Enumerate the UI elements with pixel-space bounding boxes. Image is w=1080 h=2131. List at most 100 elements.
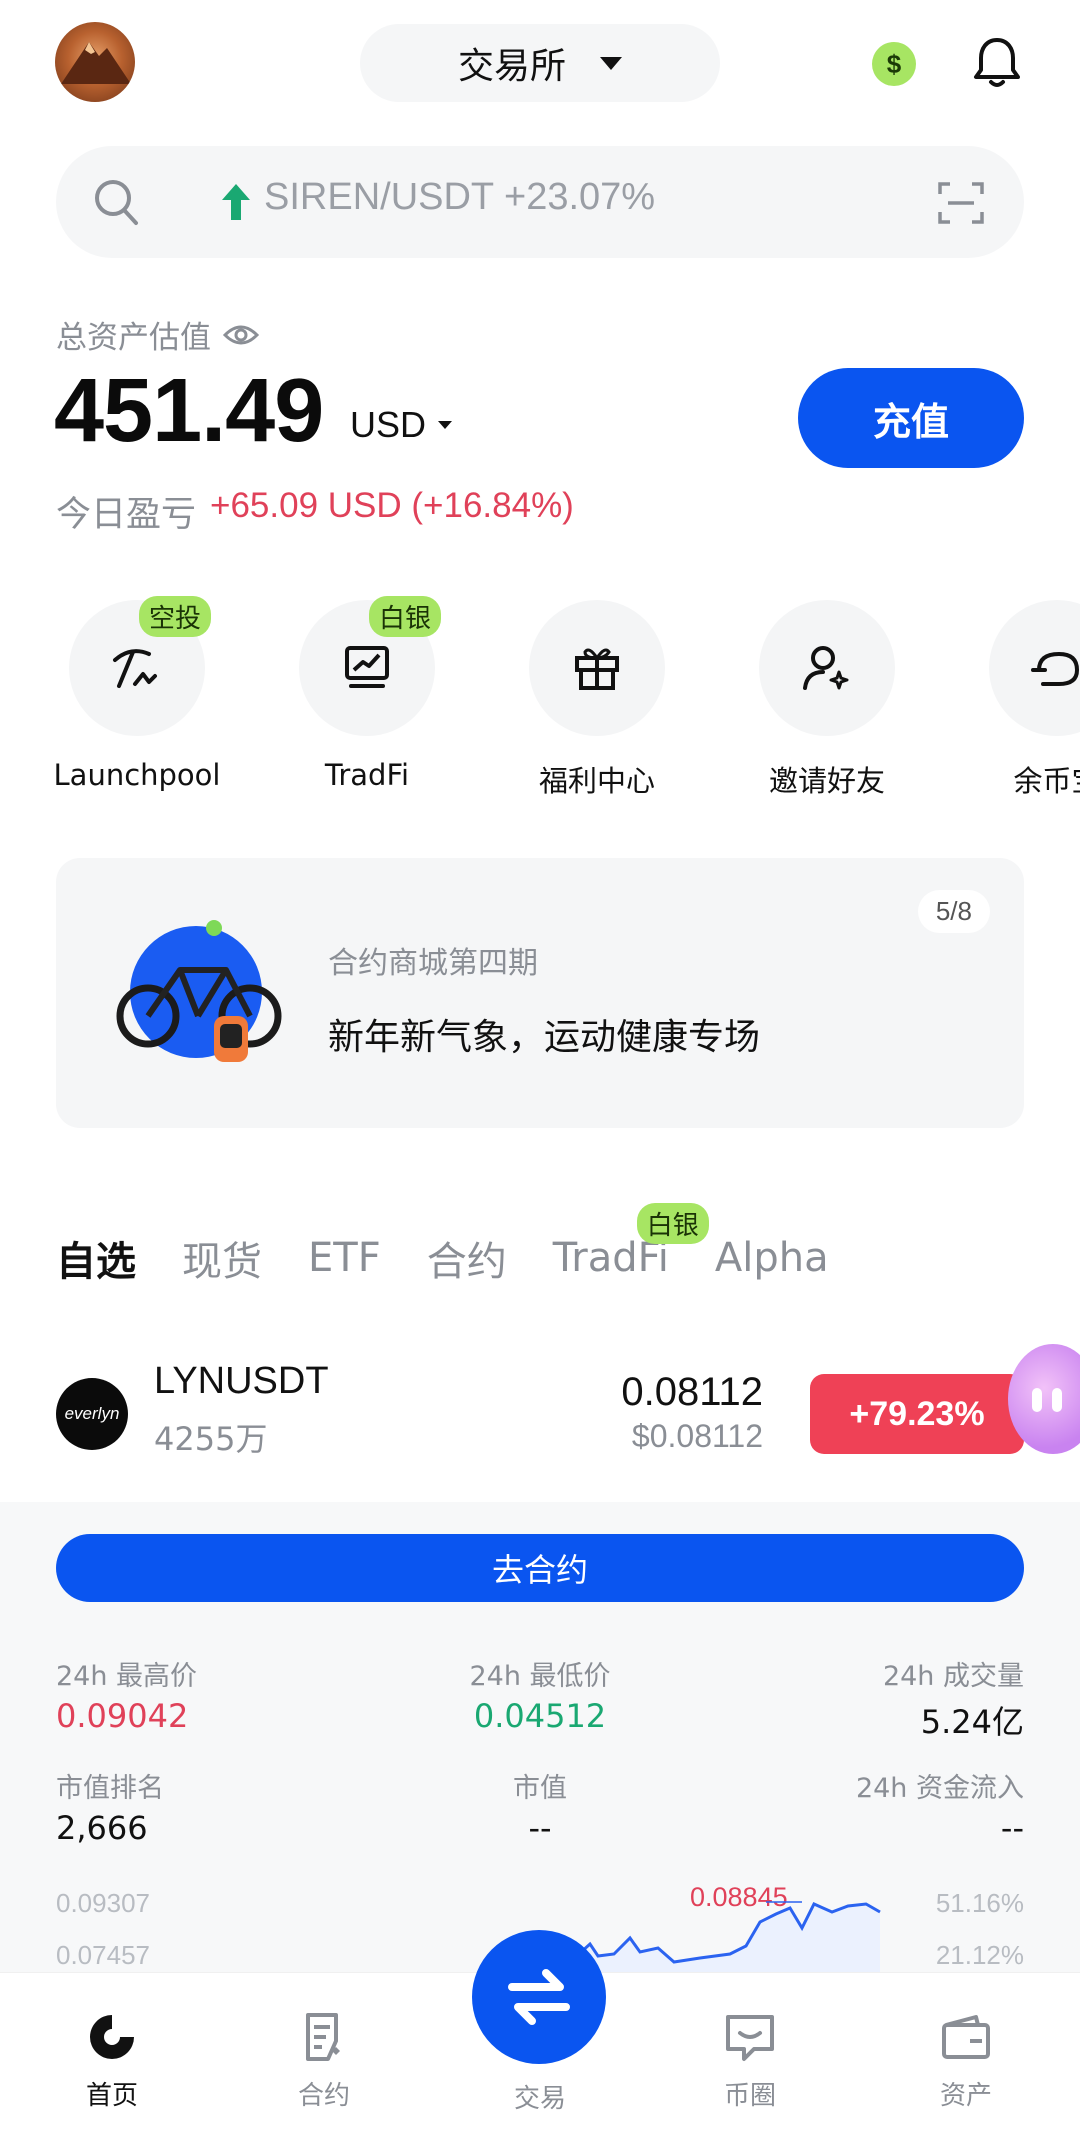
scan-icon[interactable] (938, 180, 984, 226)
nav-community[interactable]: 币圈 (680, 2011, 820, 2112)
shortcut-rewards-center[interactable]: 福利中心 (497, 600, 697, 800)
stat-market-cap: 市值 -- (513, 1766, 567, 1847)
stat-label: 24h 最高价 (56, 1661, 198, 1692)
shortcut-label: 福利中心 (538, 764, 655, 798)
tab-badge: 白银 (636, 1203, 709, 1244)
tab-futures[interactable]: 合约 (427, 1229, 507, 1287)
total-assets-label: 总资产估值 (56, 312, 259, 357)
trade-button[interactable] (472, 1930, 606, 2064)
stat-24h-low: 24h 最低价 0.04512 (469, 1654, 610, 1735)
shortcut-launchpool[interactable]: 空投 Launchpool (37, 596, 237, 792)
ticker-price-usd: $0.08112 (631, 1418, 763, 1454)
ticker-price: 0.08112 (621, 1370, 763, 1414)
chart-y-label: 0.09307 (56, 1888, 150, 1918)
shortcut-circle: 白银 (299, 596, 441, 736)
swap-arrows-icon (508, 1969, 570, 2025)
total-assets-label-text: 总资产估值 (56, 320, 211, 356)
home-logo-icon (90, 2015, 134, 2059)
shortcut-circle (759, 600, 895, 736)
bell-icon[interactable] (972, 36, 1022, 90)
pnl-label: 今日盈亏 (56, 495, 197, 535)
stat-24h-volume: 24h 成交量 5.24亿 (883, 1654, 1024, 1743)
stat-label: 24h 资金流入 (855, 1773, 1024, 1804)
shortcut-label: Launchpool (53, 758, 221, 792)
pickaxe-icon (113, 649, 157, 688)
ticker-volume: 4255万 (154, 1420, 268, 1458)
chart-r-label: 21.12% (935, 1940, 1024, 1970)
nav-label: 首页 (85, 2081, 138, 2111)
banner-subtitle: 合约商城第四期 (328, 946, 538, 981)
shortcut-tradfi[interactable]: 白银 TradFi (267, 596, 467, 792)
stat-label: 市值排名 (56, 1773, 164, 1804)
dollar-icon[interactable]: $ (872, 42, 916, 86)
tab-alpha[interactable]: Alpha (715, 1235, 829, 1281)
stat-value: 2,666 (56, 1809, 148, 1847)
chevron-down-icon (600, 56, 622, 70)
stat-24h-inflow: 24h 资金流入 -- (856, 1766, 1024, 1847)
bicycle-promo-image (116, 920, 282, 1062)
tab-etf[interactable]: ETF (308, 1235, 381, 1281)
market-tabs: 自选 现货 ETF 合约 TradFi 白银 Alpha (56, 1203, 829, 1288)
chart-r-label: 51.16% (935, 1888, 1024, 1918)
tab-spot[interactable]: 现货 (182, 1229, 262, 1287)
go-to-futures-button[interactable]: 去合约 (56, 1534, 1024, 1602)
stat-label: 24h 成交量 (882, 1661, 1024, 1692)
eye-icon[interactable] (223, 323, 259, 347)
price-sparkline (570, 1901, 881, 1972)
nav-label: 资产 (939, 2081, 992, 2111)
mascot-eye (1032, 1388, 1042, 1412)
promo-banner[interactable]: 合约商城第四期 新年新气象，运动健康专场 5/8 (56, 858, 1024, 1128)
invite-user-icon (803, 646, 849, 690)
stat-market-cap-rank: 市值排名 2,666 (56, 1766, 164, 1847)
search-bar[interactable]: SIREN/USDT +23.07% (56, 146, 1024, 258)
chart-board-icon (345, 646, 389, 688)
caret-down-icon (438, 421, 453, 429)
shortcut-label: 余币宝 (1013, 764, 1080, 798)
shortcut-badge: 空投 (138, 596, 211, 637)
shortcut-invite-friends[interactable]: 邀请好友 (727, 600, 927, 800)
shortcut-circle (529, 600, 665, 736)
stat-label: 24h 最低价 (469, 1661, 611, 1692)
nav-home[interactable]: 首页 (42, 2011, 182, 2112)
search-placeholder: SIREN/USDT +23.07% (264, 176, 656, 218)
stat-value: -- (528, 1809, 552, 1847)
nav-trade-label: 交易 (513, 2084, 566, 2114)
top-bar: 交易所 $ (0, 0, 1080, 130)
gift-icon (575, 648, 619, 690)
exchange-switcher[interactable]: 交易所 (360, 24, 720, 102)
avatar[interactable] (55, 22, 135, 102)
shortcut-label: 邀请好友 (768, 764, 885, 798)
ticker-change-badge[interactable]: +79.23% (810, 1374, 1024, 1454)
banner-title: 新年新气象，运动健康专场 (328, 1017, 761, 1058)
search-icon (95, 180, 138, 225)
stat-value: 0.09042 (56, 1697, 189, 1735)
shortcut-savings[interactable]: 9 余币宝 (957, 600, 1080, 800)
ticker-symbol: LYNUSDT (154, 1360, 329, 1402)
stat-label: 市值 (513, 1773, 567, 1804)
stat-value: 0.04512 (473, 1697, 607, 1735)
document-contract-icon (306, 2013, 340, 2061)
trending-up-icon (222, 184, 250, 220)
stat-24h-high: 24h 最高价 0.09042 (56, 1654, 197, 1735)
tab-favorites[interactable]: 自选 (56, 1229, 136, 1287)
nav-assets[interactable]: 资产 (896, 2011, 1036, 2112)
today-pnl[interactable]: 今日盈亏 +65.09 USD (+16.84%) (56, 486, 574, 537)
deposit-button[interactable]: 充值 (798, 368, 1024, 468)
currency-selector[interactable]: USD (350, 404, 453, 446)
chat-bubble-icon (726, 2015, 774, 2061)
ticker-detail-panel: 去合约 24h 最高价 0.09042 24h 最低价 0.04512 24h … (0, 1502, 1080, 1972)
ticker-row[interactable]: everlyn LYNUSDT 4255万 0.08112 $0.08112 +… (0, 1342, 1080, 1492)
piggy-bank-icon (1031, 651, 1080, 686)
shortcut-label: TradFi (324, 758, 410, 792)
currency-label: USD (350, 404, 427, 445)
mascot-eye (1052, 1388, 1062, 1412)
chart-y-label: 0.07457 (56, 1940, 150, 1970)
total-assets-value: 451.49 (54, 361, 324, 461)
tab-tradfi[interactable]: TradFi 白银 (553, 1203, 709, 1281)
shortcut-badge: 白银 (368, 596, 441, 637)
mountain-avatar-icon (61, 42, 131, 84)
exchange-label: 交易所 (457, 46, 566, 87)
nav-futures[interactable]: 合约 (254, 2011, 394, 2112)
coin-logo: everlyn (56, 1378, 128, 1450)
nav-label: 合约 (297, 2081, 350, 2111)
